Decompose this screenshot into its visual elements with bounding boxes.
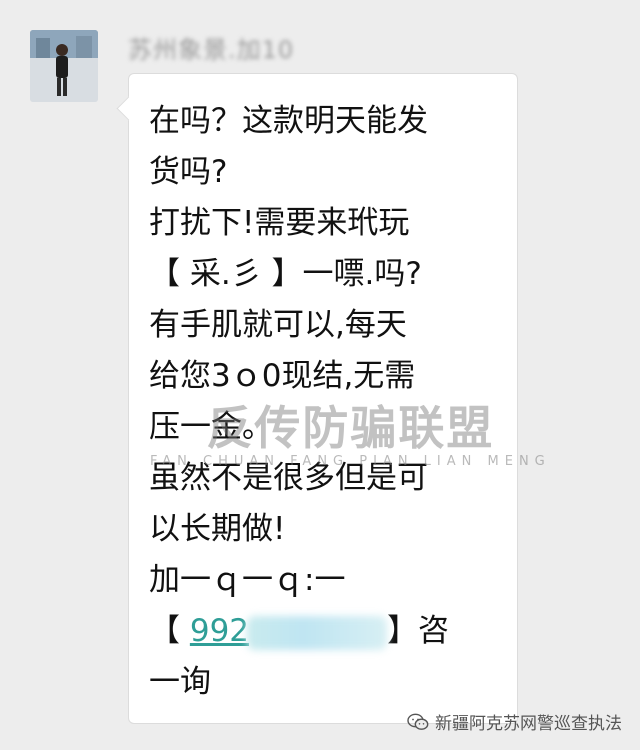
footer-brand: 新疆阿克苏网警巡查执法 [407, 709, 622, 734]
message-line: 货吗? [149, 154, 228, 190]
message-line: 有手肌就可以,每天 [149, 307, 407, 343]
message-line: 给您3ｏ0现结,无需 [149, 358, 416, 394]
message-line: 打扰下!需要来玳玩 [149, 205, 410, 241]
open-bracket: 【 [149, 613, 180, 649]
sender-avatar[interactable] [30, 30, 98, 102]
message-line: 虽然不是很多但是可 [149, 460, 428, 496]
qq-number-link[interactable]: 992 [190, 613, 249, 649]
sender-name: 苏州象景.加10 [128, 36, 295, 64]
chat-screen: 苏州象景.加10 在吗？这款明天能发 货吗? 打扰下!需要来玳玩 【 采.彡 】… [0, 0, 640, 750]
message-bubble[interactable]: 在吗？这款明天能发 货吗? 打扰下!需要来玳玩 【 采.彡 】一嘌.吗? 有手肌… [128, 73, 518, 724]
person-photo-icon [30, 30, 98, 102]
redaction-blur [247, 615, 388, 650]
message-line: 以长期做! [149, 511, 286, 547]
message-line: 在吗？这款明天能发 [149, 103, 428, 139]
message-line: 压一金。 [149, 409, 273, 445]
message-line: 加一ｑ一ｑ:一 [149, 562, 346, 598]
wechat-icon [407, 713, 429, 730]
close-bracket-text: 】咨 [387, 613, 450, 649]
message-line: 一询 [149, 664, 211, 700]
contact-line: 【 992 】咨 [149, 606, 497, 657]
message-text: 在吗？这款明天能发 货吗? 打扰下!需要来玳玩 【 采.彡 】一嘌.吗? 有手肌… [149, 96, 497, 708]
message-line: 【 采.彡 】一嘌.吗? [149, 256, 422, 292]
footer-brand-label: 新疆阿克苏网警巡查执法 [435, 714, 622, 734]
